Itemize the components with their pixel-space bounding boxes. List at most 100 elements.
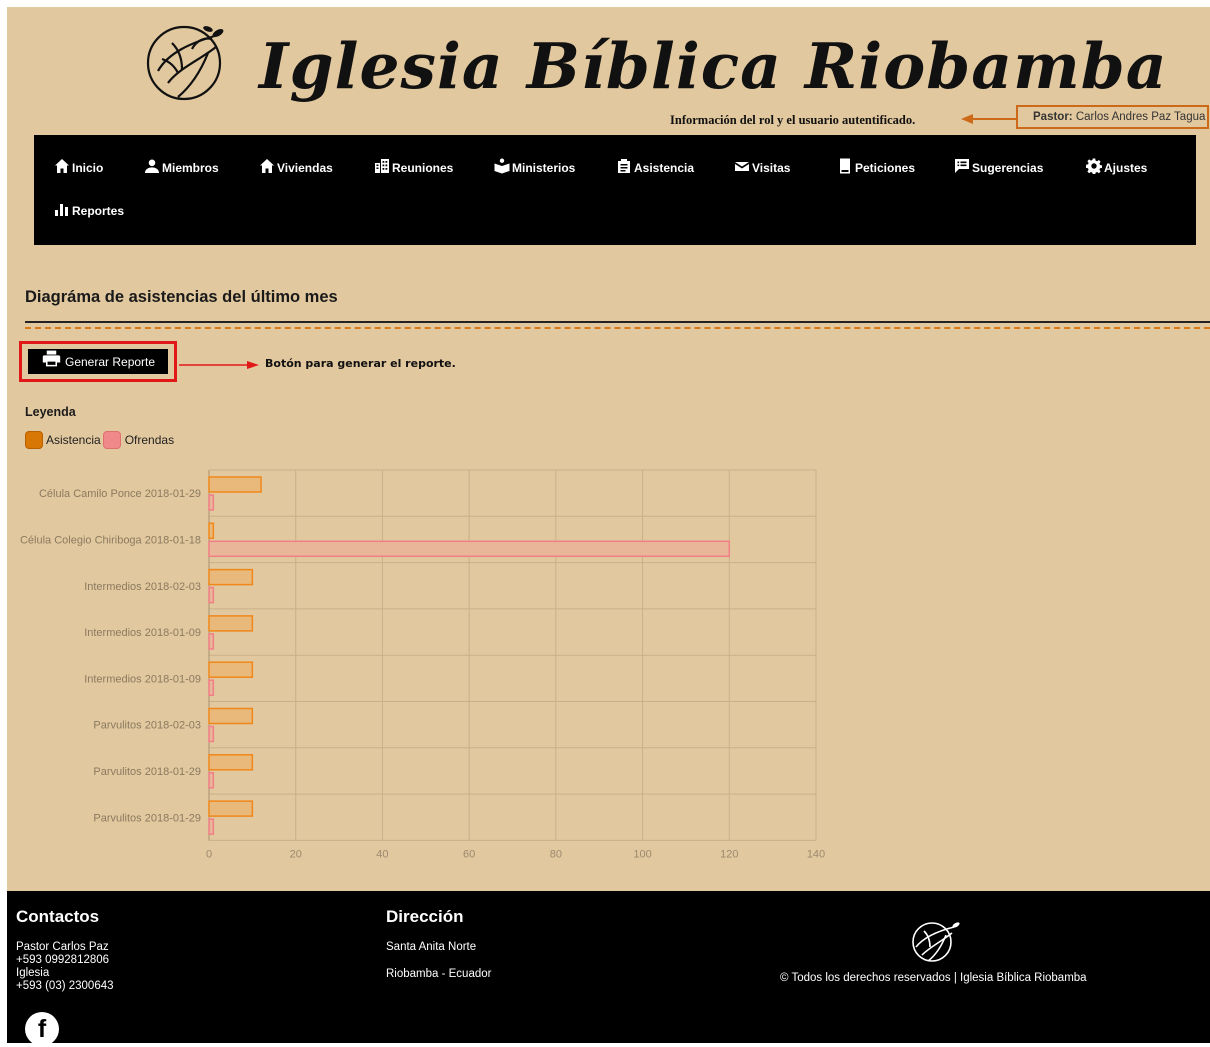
- generate-report-button[interactable]: Generar Reporte: [28, 349, 168, 374]
- category-label: Parvulitos 2018-01-29: [93, 812, 201, 824]
- nav-item-label: Ministerios: [512, 161, 576, 175]
- legend-label-asistencia: Asistencia: [46, 433, 101, 447]
- legend-title: Leyenda: [25, 405, 76, 419]
- user-name: Carlos Andres Paz Tagua: [1075, 111, 1206, 123]
- bar-ofrendas: [208, 586, 215, 604]
- nav-item-label: Reportes: [72, 204, 125, 218]
- nav-item-inicio[interactable]: Inicio: [54, 158, 103, 174]
- home-icon: [260, 159, 274, 173]
- contact-line: Iglesia: [16, 967, 50, 979]
- address-title: Dirección: [386, 907, 464, 926]
- nav-item-label: Sugerencias: [972, 161, 1044, 175]
- x-tick-label: 100: [633, 848, 651, 860]
- nav-item-viviendas[interactable]: Viviendas: [259, 158, 333, 174]
- attendance-bar-chart: 0 20 40 60 80 100 120 140 Célula Camilo Ponce 20…: [20, 469, 825, 860]
- bar-chart-icon: [55, 204, 68, 216]
- user-info-box: Pastor: Carlos Andres Paz Tagua: [1016, 105, 1209, 129]
- book-icon: [840, 158, 850, 174]
- nav-item-miembros[interactable]: Miembros: [144, 158, 219, 174]
- nav-item-ajustes[interactable]: Ajustes: [1086, 158, 1147, 174]
- category-label: Parvulitos 2018-01-29: [93, 766, 201, 778]
- bar-asistencia: [208, 754, 254, 771]
- printer-icon: [42, 350, 61, 367]
- nav-item-label: Reuniones: [392, 161, 454, 175]
- inbox-icon: [735, 162, 749, 171]
- nav-item-ministerios[interactable]: Ministerios: [494, 158, 575, 174]
- user-icon: [145, 159, 159, 173]
- category-label: Célula Camilo Ponce 2018-01-29: [39, 488, 201, 500]
- bar-asistencia: [208, 568, 254, 586]
- legend-label-ofrendas: Ofrendas: [124, 433, 175, 447]
- nav-item-reuniones[interactable]: Reuniones: [374, 158, 453, 174]
- generate-report-label: Generar Reporte: [65, 354, 156, 369]
- bar-asistencia: [208, 476, 262, 493]
- user-role: Pastor:: [1033, 111, 1073, 123]
- category-label: Intermedios 2018-01-09: [84, 673, 201, 685]
- bar-asistencia: [208, 661, 254, 678]
- x-tick-label: 80: [550, 848, 562, 860]
- annotation-user-info: Información del rol y el usuario autenti…: [670, 113, 916, 127]
- bar-asistencia: [208, 522, 215, 540]
- bar-ofrendas: [208, 818, 215, 835]
- page: Iglesia Bíblica Riobamba Información del…: [7, 7, 1210, 1043]
- nav-item-asistencia[interactable]: Asistencia: [616, 158, 694, 174]
- bar-ofrendas: [208, 633, 215, 650]
- nav-item-sugerencias[interactable]: Sugerencias: [954, 158, 1043, 174]
- category-label: Célula Colegio Chiriboga 2018-01-18: [20, 534, 201, 546]
- nav-item-label: Asistencia: [634, 161, 695, 175]
- site-title: Iglesia Bíblica Riobamba: [259, 29, 1168, 103]
- nav-item-label: Visitas: [752, 161, 791, 175]
- bar-asistencia: [208, 707, 254, 725]
- annotation-report-button: Botón para generar el reporte.: [265, 357, 456, 370]
- copyright-text: © Todos los derechos reservados | Iglesi…: [780, 972, 1087, 984]
- legend-swatch-asistencia: [25, 431, 43, 449]
- bar-ofrendas: [208, 540, 731, 558]
- facebook-icon[interactable]: f: [25, 1012, 59, 1043]
- nav-item-peticiones[interactable]: Peticiones: [837, 158, 915, 174]
- bar-asistencia: [208, 615, 254, 632]
- x-tick-label: 40: [376, 848, 388, 860]
- nav-item-reportes[interactable]: Reportes: [54, 201, 124, 217]
- bar-asistencia: [208, 800, 254, 817]
- nav-item-label: Ajustes: [1104, 161, 1148, 175]
- nav-item-label: Inicio: [72, 161, 104, 175]
- annotation-arrow-icon: [179, 361, 259, 369]
- contact-line: Pastor Carlos Paz: [16, 941, 109, 953]
- annotation-arrow-icon: [961, 114, 1017, 124]
- chat-list-icon: [955, 159, 969, 173]
- category-label: Parvulitos 2018-02-03: [93, 720, 201, 732]
- bar-ofrendas: [208, 772, 215, 789]
- x-tick-label: 60: [463, 848, 475, 860]
- address-line: Riobamba - Ecuador: [386, 968, 492, 980]
- church-logo-icon: [912, 922, 960, 962]
- legend-swatch-ofrendas: [102, 431, 121, 449]
- divider-dashed: [25, 327, 1210, 329]
- address-line: Santa Anita Norte: [386, 941, 477, 953]
- footer: Contactos Pastor Carlos Paz +593 0992812…: [7, 891, 1210, 1043]
- main-nav: Inicio Miembros Viviendas Reuniones Minister…: [34, 135, 1196, 245]
- page-title: Diagráma de asistencias del último mes: [25, 288, 338, 306]
- nav-item-label: Viviendas: [277, 161, 333, 175]
- contacts-title: Contactos: [16, 907, 100, 926]
- bar-ofrendas: [208, 725, 215, 743]
- clipboard-icon: [618, 159, 630, 173]
- ministry-icon: [494, 158, 510, 174]
- nav-item-visitas[interactable]: Visitas: [734, 158, 790, 174]
- contact-line: +593 (03) 2300643: [16, 980, 114, 992]
- nav-item-label: Peticiones: [855, 161, 916, 175]
- gear-icon: [1086, 158, 1102, 174]
- category-label: Intermedios 2018-01-09: [84, 627, 201, 639]
- buildings-icon: [375, 159, 389, 173]
- church-logo-icon: [146, 25, 224, 101]
- x-tick-label: 0: [206, 848, 212, 860]
- nav-item-label: Miembros: [162, 161, 219, 175]
- contact-line: +593 0992812806: [16, 954, 110, 966]
- bar-ofrendas: [208, 679, 215, 696]
- x-tick-label: 120: [720, 848, 738, 860]
- divider: [25, 321, 1210, 323]
- report-button-highlight: Generar Reporte: [19, 341, 177, 382]
- chart-legend: Asistencia Ofrendas: [25, 431, 174, 449]
- x-tick-label: 20: [290, 848, 302, 860]
- bar-ofrendas: [208, 494, 215, 511]
- category-label: Intermedios 2018-02-03: [84, 581, 201, 593]
